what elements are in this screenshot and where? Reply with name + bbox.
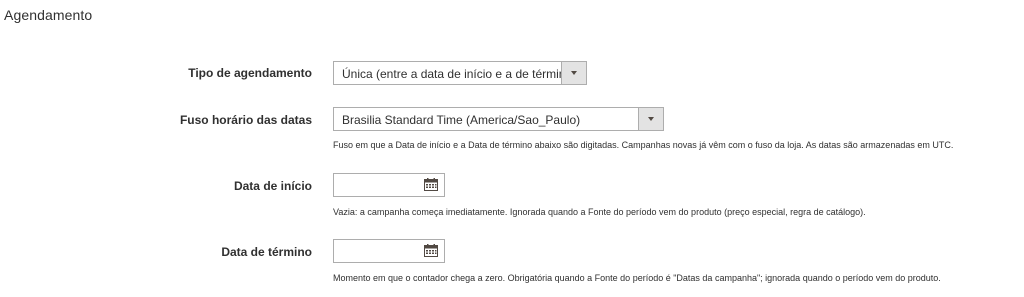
end-date-note: Momento em que o contador chega a zero. … xyxy=(333,273,941,283)
chevron-down-icon xyxy=(648,117,654,121)
start-date-note: Vazia: a campanha começa imediatamente. … xyxy=(333,207,866,217)
start-date-label: Data de início xyxy=(233,179,312,193)
schedule-type-select[interactable]: Única (entre a data de início e a de tér… xyxy=(333,61,587,85)
timezone-select[interactable]: Brasilia Standard Time (America/Sao_Paul… xyxy=(333,107,664,131)
start-date-input[interactable] xyxy=(333,173,445,197)
timezone-label: Fuso horário das datas xyxy=(179,113,312,127)
schedule-type-label: Tipo de agendamento xyxy=(188,66,312,80)
calendar-icon[interactable] xyxy=(424,178,438,191)
section-title: Agendamento xyxy=(4,7,93,23)
calendar-icon[interactable] xyxy=(424,244,438,257)
chevron-down-icon xyxy=(571,71,577,75)
schedule-type-dropdown-button[interactable] xyxy=(561,62,586,84)
schedule-type-value: Única (entre a data de início e a de tér… xyxy=(342,67,577,81)
end-date-label: Data de término xyxy=(221,245,312,259)
timezone-value: Brasilia Standard Time (America/Sao_Paul… xyxy=(342,113,581,127)
timezone-note: Fuso em que a Data de início e a Data de… xyxy=(333,140,954,150)
timezone-dropdown-button[interactable] xyxy=(638,108,663,130)
end-date-input[interactable] xyxy=(333,239,445,263)
